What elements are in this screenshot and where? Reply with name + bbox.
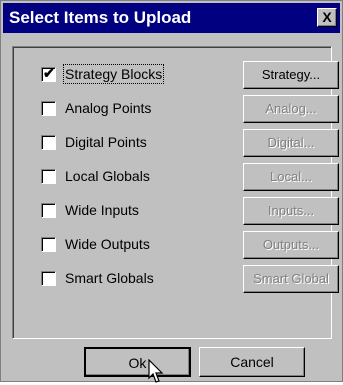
- dialog-title: Select Items to Upload: [9, 8, 192, 27]
- check-icon: ✔: [43, 65, 55, 81]
- strategy-button[interactable]: Strategy...: [243, 61, 339, 89]
- close-icon: X: [322, 9, 332, 25]
- outputs-button: Outputs...: [243, 231, 339, 259]
- smart-globals-checkbox[interactable]: [41, 271, 56, 286]
- local-globals-checkbox[interactable]: [41, 169, 56, 184]
- inputs-button: Inputs...: [243, 197, 339, 225]
- digital-points-checkbox[interactable]: [41, 135, 56, 150]
- wide-outputs-checkbox[interactable]: [41, 237, 56, 252]
- items-panel: ✔ Strategy Blocks Strategy... Analog Poi…: [12, 46, 339, 339]
- wide-inputs-checkbox[interactable]: [41, 203, 56, 218]
- mouse-pointer-icon: [148, 359, 164, 383]
- wide-outputs-label[interactable]: Wide Outputs: [65, 236, 150, 252]
- wide-inputs-label[interactable]: Wide Inputs: [65, 202, 139, 218]
- digital-button: Digital...: [243, 129, 339, 157]
- analog-points-label[interactable]: Analog Points: [65, 100, 151, 116]
- smart-global-button: Smart Global: [243, 265, 339, 293]
- cancel-button[interactable]: Cancel: [199, 347, 305, 377]
- digital-points-label[interactable]: Digital Points: [65, 134, 147, 150]
- local-button: Local...: [243, 163, 339, 191]
- ok-button[interactable]: Ok: [84, 347, 191, 377]
- title-bar[interactable]: Select Items to Upload X: [3, 3, 340, 33]
- select-items-dialog: Select Items to Upload X ✔ Strategy Bloc…: [0, 0, 343, 383]
- smart-globals-label[interactable]: Smart Globals: [65, 270, 154, 286]
- strategy-blocks-checkbox[interactable]: ✔: [41, 65, 56, 82]
- analog-button: Analog...: [243, 95, 339, 123]
- close-button[interactable]: X: [317, 8, 337, 27]
- local-globals-label[interactable]: Local Globals: [65, 168, 150, 184]
- strategy-blocks-label[interactable]: Strategy Blocks: [62, 64, 165, 84]
- analog-points-checkbox[interactable]: [41, 101, 56, 116]
